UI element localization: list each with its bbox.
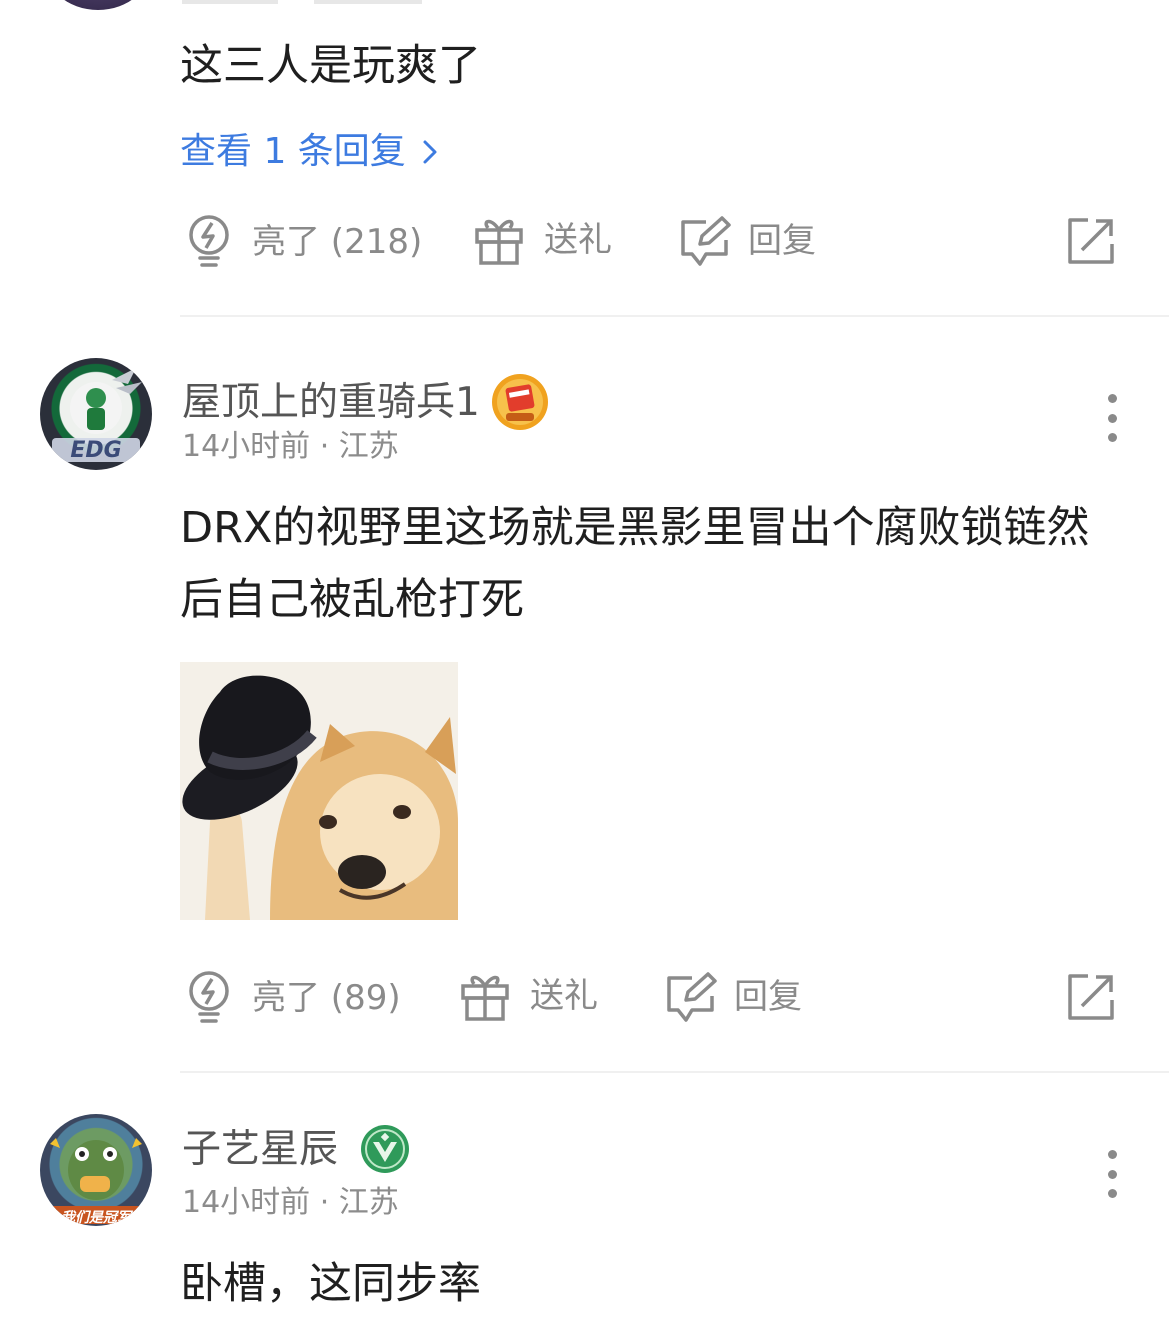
share-icon[interactable] <box>1066 216 1116 266</box>
gift-label: 送礼 <box>544 220 612 260</box>
reply-label: 回复 <box>748 221 816 261</box>
user-name-row[interactable]: 子艺星辰 <box>182 1124 410 1174</box>
username: 子艺星辰 <box>182 1126 339 1172</box>
share-icon[interactable] <box>1066 972 1116 1022</box>
comment-content: 卧槽，这同步率 <box>180 1259 481 1309</box>
like-button[interactable]: 亮了 (218) <box>186 214 422 270</box>
like-count: 亮了 (89) <box>252 978 401 1018</box>
reply-button[interactable]: 回复 <box>664 970 802 1024</box>
avatar-top-partial[interactable] <box>42 0 154 10</box>
more-vertical-icon[interactable] <box>1106 394 1118 442</box>
username: 屋顶上的重骑兵1 <box>182 379 480 425</box>
lightbulb-icon <box>186 970 232 1026</box>
gift-button[interactable]: 送礼 <box>458 970 598 1022</box>
divider <box>180 315 1169 317</box>
comment-image[interactable] <box>180 662 458 920</box>
reply-label: 回复 <box>734 977 802 1017</box>
edit-reply-icon <box>678 214 734 268</box>
comment-content: DRX的视野里这场就是黑影里冒出个腐败锁链然后自己被乱枪打死 <box>180 503 1090 625</box>
gift-label: 送礼 <box>530 976 598 1016</box>
worlds-badge-icon <box>360 1124 410 1174</box>
username-top-partial <box>182 0 422 4</box>
avatar[interactable]: EDG <box>40 358 152 470</box>
comment-top-content: 这三人是玩爽了 <box>180 41 481 91</box>
user-name-row[interactable]: 屋顶上的重骑兵1 <box>182 372 550 432</box>
like-button[interactable]: 亮了 (89) <box>186 970 401 1026</box>
gift-button[interactable]: 送礼 <box>472 214 612 266</box>
like-count: 亮了 (218) <box>252 222 423 262</box>
chevron-right-icon <box>420 137 440 167</box>
edit-reply-icon <box>664 970 720 1024</box>
comment-meta: 14小时前 · 江苏 <box>182 1185 399 1220</box>
gift-icon <box>472 214 526 266</box>
view-replies-link[interactable]: 查看 1 条回复 <box>180 134 440 170</box>
avatar-label: 我们是冠军 <box>61 1210 131 1226</box>
avatar[interactable]: 我们是冠军 <box>40 1114 152 1226</box>
view-replies-label: 查看 1 条回复 <box>180 131 406 172</box>
comment-meta: 14小时前 · 江苏 <box>182 429 399 464</box>
divider <box>180 1071 1169 1073</box>
reply-button[interactable]: 回复 <box>678 214 816 268</box>
badge-icon <box>490 372 550 432</box>
more-vertical-icon[interactable] <box>1106 1150 1118 1198</box>
avatar-label: EDG <box>70 438 122 463</box>
doge-hat-image <box>180 662 458 920</box>
gift-icon <box>458 970 512 1022</box>
lightbulb-icon <box>186 214 232 270</box>
